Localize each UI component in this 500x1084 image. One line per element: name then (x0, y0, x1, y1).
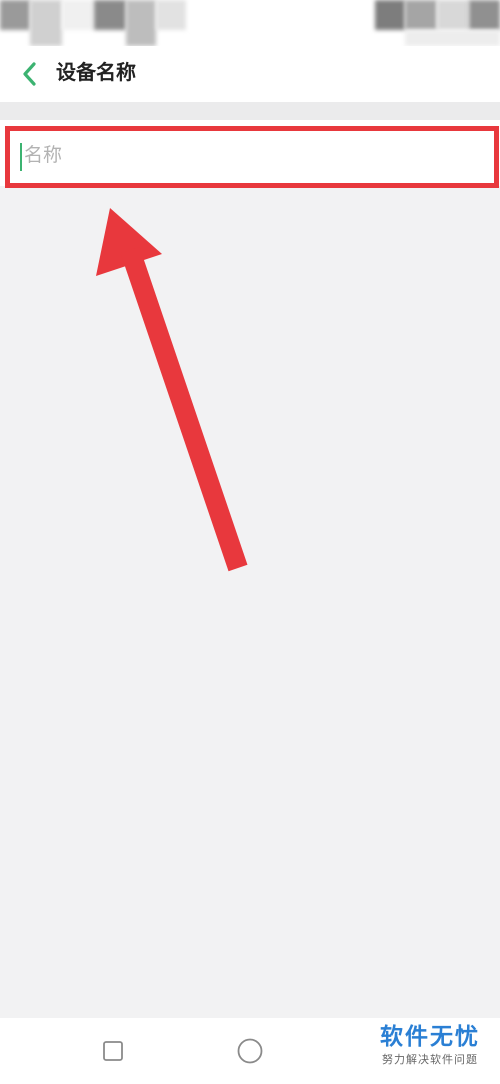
status-bar-blur (0, 0, 30, 30)
status-bar (0, 0, 500, 46)
app-header: 设备名称 (0, 46, 500, 102)
back-button[interactable] (10, 54, 50, 94)
annotation-arrow-head (96, 208, 162, 276)
status-bar-blur (437, 0, 469, 30)
status-bar-blur (156, 0, 186, 30)
status-bar-blur (469, 0, 500, 30)
home-button[interactable] (236, 1037, 264, 1065)
square-icon (103, 1041, 123, 1061)
recent-apps-button[interactable] (102, 1040, 124, 1062)
status-bar-blur (126, 0, 156, 46)
status-bar-blur (30, 0, 62, 46)
annotation-arrow-shaft (120, 246, 248, 572)
watermark-title: 软件无忧 (380, 1024, 480, 1050)
status-bar-blur (62, 0, 94, 30)
page-title: 设备名称 (56, 60, 136, 84)
status-bar-blur (94, 0, 126, 30)
chevron-left-icon (23, 62, 36, 86)
status-bar-blur (405, 0, 437, 30)
circle-icon (237, 1038, 263, 1064)
watermark-logo: 软件无忧 努力解决软件问题 (372, 1018, 488, 1074)
watermark-subtitle: 努力解决软件问题 (382, 1053, 478, 1066)
section-divider (0, 102, 500, 120)
annotation-highlight-box (5, 126, 499, 188)
status-bar-blur (375, 0, 405, 30)
status-bar-blur (405, 30, 500, 46)
